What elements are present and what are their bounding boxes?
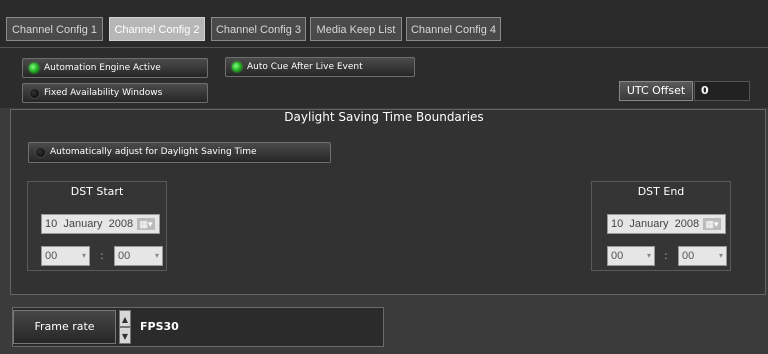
dst-start-month: January xyxy=(63,218,103,230)
auto-cue-label: Auto Cue After Live Event xyxy=(247,62,363,72)
dst-end-group: DST End 10 January 2008 ▦▾ 00 ▾ : 00 ▾ xyxy=(591,181,731,271)
utc-offset-label: UTC Offset xyxy=(619,81,693,101)
automation-engine-label: Automation Engine Active xyxy=(44,63,161,73)
auto-cue-toggle[interactable]: Auto Cue After Live Event xyxy=(225,57,415,77)
dst-start-hour-value: 00 xyxy=(45,250,58,262)
dst-end-minute-value: 00 xyxy=(682,250,695,262)
dst-end-year: 2008 xyxy=(674,218,700,230)
dst-end-title: DST End xyxy=(637,185,685,198)
dst-start-minute-select[interactable]: 00 ▾ xyxy=(114,246,163,266)
frame-rate-panel: Frame rate ▲ ▼ FPS30 xyxy=(12,307,384,347)
tab-channel-config-2[interactable]: Channel Config 2 xyxy=(109,17,205,41)
time-separator: : xyxy=(100,249,104,262)
dst-start-title: DST Start xyxy=(70,185,124,198)
tab-channel-config-3[interactable]: Channel Config 3 xyxy=(211,17,306,41)
fixed-availability-label: Fixed Availability Windows xyxy=(44,88,163,98)
dst-end-minute-select[interactable]: 00 ▾ xyxy=(678,246,727,266)
dst-start-hour-select[interactable]: 00 ▾ xyxy=(41,246,90,266)
auto-dst-label: Automatically adjust for Daylight Saving… xyxy=(50,147,257,157)
tab-media-keep-list[interactable]: Media Keep List xyxy=(310,17,402,41)
tab-channel-config-4[interactable]: Channel Config 4 xyxy=(406,17,501,41)
arrow-up-icon[interactable]: ▲ xyxy=(119,310,131,327)
tab-channel-config-1[interactable]: Channel Config 1 xyxy=(6,17,103,41)
chevron-down-icon: ▾ xyxy=(718,251,723,260)
auto-dst-toggle[interactable]: Automatically adjust for Daylight Saving… xyxy=(28,142,331,163)
dst-start-day: 10 xyxy=(45,218,58,230)
dst-end-date-picker[interactable]: 10 January 2008 ▦▾ xyxy=(607,214,726,234)
arrow-down-icon[interactable]: ▼ xyxy=(119,327,131,344)
dst-title: Daylight Saving Time Boundaries xyxy=(284,110,484,124)
calendar-dropdown-icon[interactable]: ▦▾ xyxy=(703,218,721,230)
calendar-dropdown-icon[interactable]: ▦▾ xyxy=(137,218,155,230)
status-led-icon xyxy=(29,88,40,99)
dst-start-minute-value: 00 xyxy=(118,250,131,262)
automation-engine-toggle[interactable]: Automation Engine Active xyxy=(22,58,208,78)
chevron-down-icon: ▾ xyxy=(154,251,159,260)
utc-offset-input[interactable]: 0 xyxy=(694,81,750,101)
chevron-down-icon: ▾ xyxy=(646,251,651,260)
dst-end-day: 10 xyxy=(611,218,624,230)
frame-rate-value: FPS30 xyxy=(140,320,179,333)
dst-end-hour-select[interactable]: 00 ▾ xyxy=(607,246,655,266)
time-separator: : xyxy=(664,249,668,262)
dst-end-month: January xyxy=(629,218,669,230)
dst-start-group: DST Start 10 January 2008 ▦▾ 00 ▾ : 00 ▾ xyxy=(27,181,167,271)
status-led-icon xyxy=(232,62,242,72)
chevron-down-icon: ▾ xyxy=(81,251,86,260)
tab-bar: Channel Config 1 Channel Config 2 Channe… xyxy=(0,0,768,48)
dst-start-year: 2008 xyxy=(108,218,134,230)
frame-rate-button[interactable]: Frame rate xyxy=(13,310,116,344)
dst-end-hour-value: 00 xyxy=(611,250,624,262)
status-led-icon xyxy=(29,63,39,73)
frame-rate-spinner[interactable]: ▲ ▼ xyxy=(119,310,131,344)
dst-start-date-picker[interactable]: 10 January 2008 ▦▾ xyxy=(41,214,160,234)
fixed-availability-toggle[interactable]: Fixed Availability Windows xyxy=(22,83,208,103)
status-led-icon xyxy=(35,147,46,158)
